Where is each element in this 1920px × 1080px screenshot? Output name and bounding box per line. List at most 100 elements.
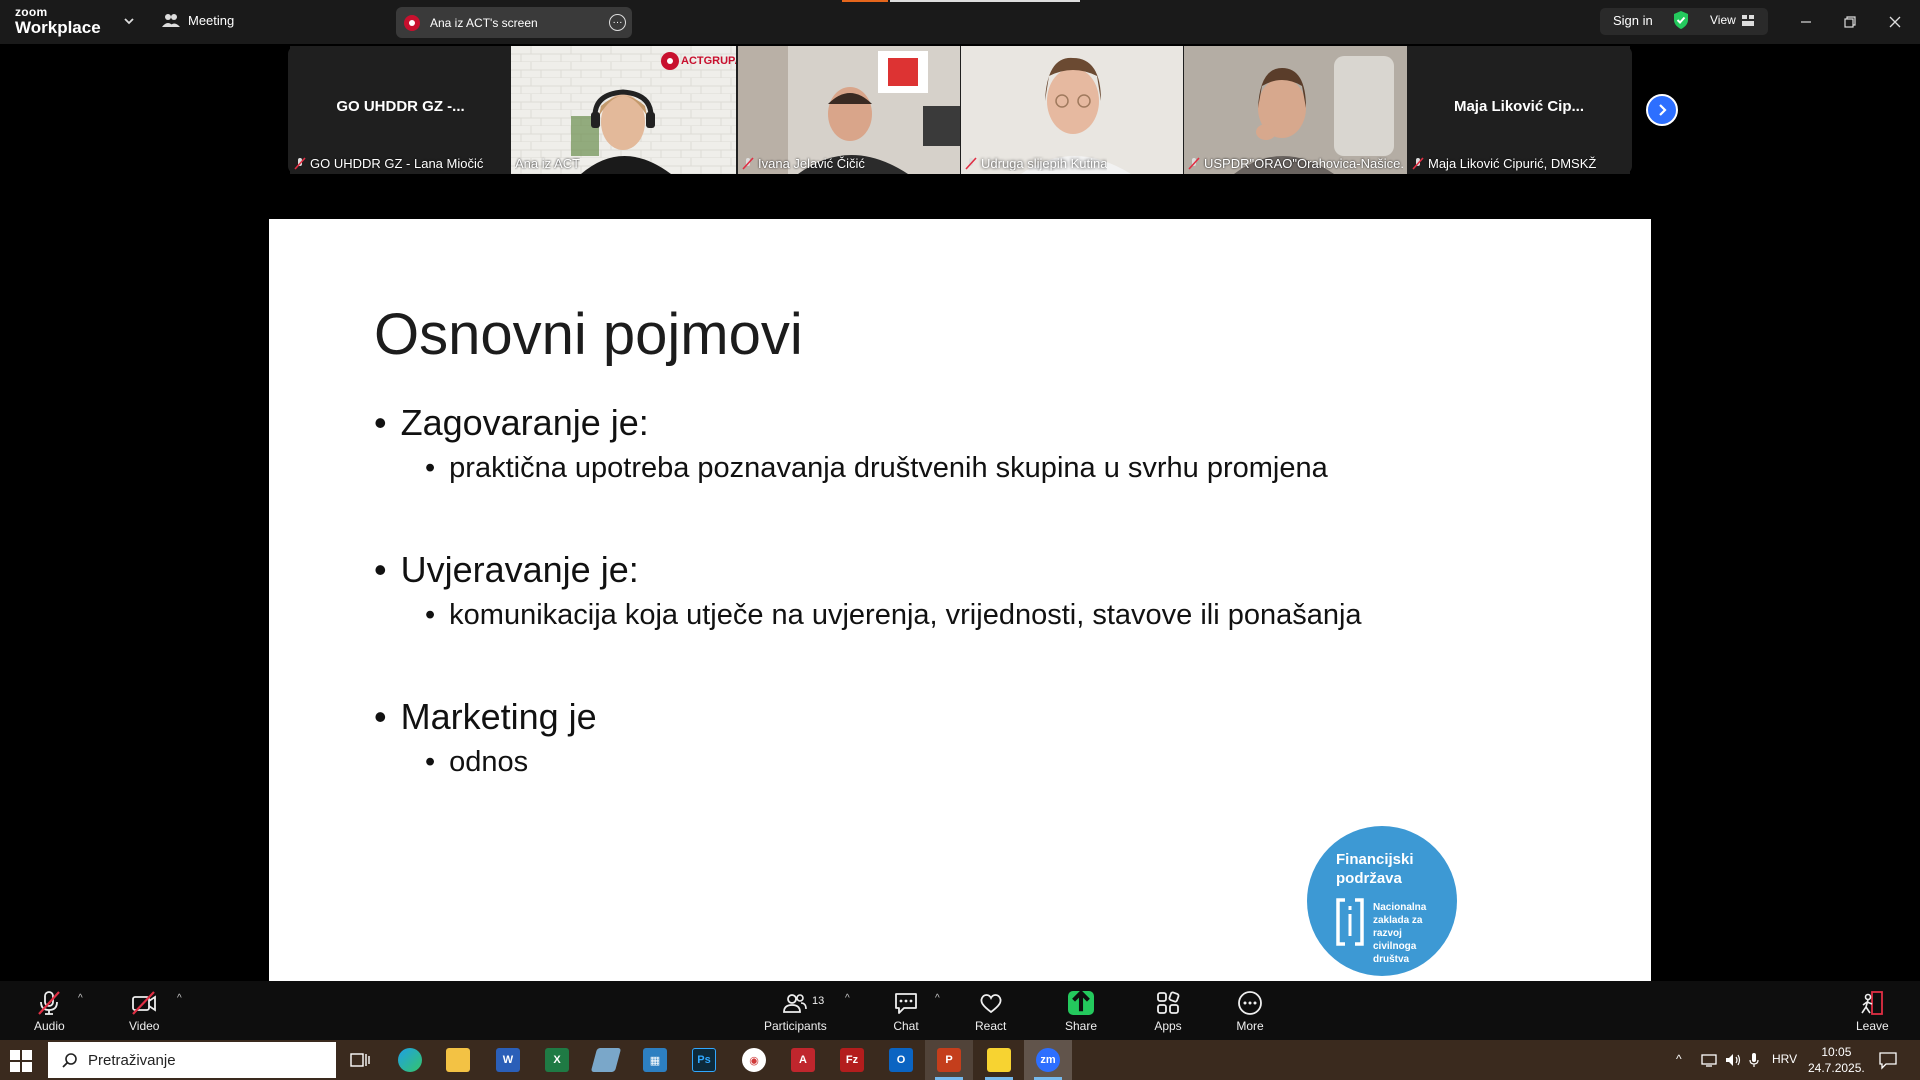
participants-icon [783, 994, 808, 1013]
chrome-like-icon[interactable]: ◉ [742, 1048, 766, 1072]
search-icon [62, 1053, 77, 1068]
bullet-text: praktična upotreba poznavanja društvenih… [449, 452, 1328, 484]
task-view-icon[interactable] [348, 1048, 372, 1072]
participant-label: Ivana Jelavić Čičić [742, 156, 865, 171]
participant-tile[interactable]: Ivana Jelavić Čičić [738, 46, 960, 174]
share-button[interactable]: Share [1065, 989, 1097, 1033]
participant-video [738, 46, 960, 174]
participant-name: USPDR"ORAO"Orahovica-Našice... [1204, 156, 1403, 171]
calculator-icon[interactable]: ▦ [643, 1048, 667, 1072]
view-label: View [1710, 13, 1736, 27]
screen-share-indicator[interactable]: Ana iz ACT's screen ··· [396, 7, 632, 38]
share-toolbar-handle[interactable] [890, 0, 1080, 2]
search-placeholder: Pretraživanje [88, 1051, 176, 1069]
participant-tile[interactable]: USPDR"ORAO"Orahovica-Našice... [1184, 46, 1407, 174]
photoshop-icon[interactable]: Ps [692, 1048, 716, 1072]
zoom-workplace-logo[interactable]: zoom Workplace [15, 6, 101, 36]
participant-name: Maja Liković Cipurić, DMSKŽ [1428, 156, 1597, 171]
windows-start-icon[interactable] [10, 1050, 32, 1072]
apps-button[interactable]: Apps [1154, 989, 1182, 1033]
participant-tile-active-speaker[interactable]: ACTGRUPA Ana iz ACT [511, 46, 736, 174]
chat-label: Chat [893, 1019, 919, 1033]
bracket-logo-icon [1336, 898, 1364, 946]
meeting-label: Meeting [188, 12, 235, 28]
chat-button[interactable]: Chat [892, 989, 920, 1033]
participant-tile[interactable]: Udruga slijepih Kutina [961, 46, 1183, 174]
microphone-icon[interactable] [1748, 1052, 1760, 1068]
minimize-icon[interactable] [1794, 10, 1818, 34]
muted-mic-icon [742, 156, 754, 170]
participant-name: GO UHDDR GZ - Lana Miočić [310, 156, 484, 171]
shared-screen-top-margin [269, 176, 1651, 219]
system-clock[interactable]: 10:05 24.7.2025. [1808, 1044, 1865, 1076]
audio-options-caret-icon[interactable]: ^ [78, 993, 83, 1004]
meeting-button[interactable]: Meeting [162, 12, 234, 28]
chevron-down-icon[interactable] [122, 14, 136, 28]
apps-icon [1157, 991, 1180, 1014]
more-options-icon[interactable]: ··· [609, 14, 626, 31]
bullet-marker: • [374, 696, 387, 737]
slide-sub-bullet: • komunikacija koja utječe na uvjerenja,… [425, 599, 1362, 632]
file-explorer-icon[interactable] [446, 1048, 470, 1072]
leave-button[interactable]: Leave [1856, 989, 1889, 1033]
foundation-line: zaklada za [1373, 915, 1423, 926]
sign-in-button[interactable]: Sign in [1613, 13, 1653, 28]
notifications-icon[interactable] [1878, 1050, 1898, 1070]
leave-icon [1861, 991, 1884, 1015]
language-indicator[interactable]: HRV [1772, 1052, 1797, 1066]
bullet-marker: • [425, 746, 436, 778]
clock-time: 10:05 [1821, 1045, 1852, 1059]
network-icon[interactable] [1700, 1052, 1718, 1068]
next-page-button[interactable] [1646, 94, 1678, 126]
more-icon [1238, 991, 1262, 1015]
participant-name: Ivana Jelavić Čičić [758, 156, 865, 171]
more-button[interactable]: More [1236, 989, 1264, 1033]
video-button[interactable]: Video [129, 989, 159, 1033]
view-button[interactable]: View [1710, 13, 1754, 27]
tray-expand-icon[interactable]: ^ [1676, 1052, 1682, 1066]
filezilla-icon[interactable]: Fz [840, 1048, 864, 1072]
volume-icon[interactable] [1724, 1052, 1742, 1068]
participant-name: Ana iz ACT [515, 156, 581, 171]
more-label: More [1236, 1019, 1264, 1033]
meeting-icon [162, 14, 180, 27]
taskbar-search-input[interactable]: Pretraživanje [48, 1042, 336, 1078]
participant-video [1184, 46, 1407, 174]
audio-button[interactable]: Audio [34, 989, 65, 1033]
slide-sub-bullet: • odnos [425, 746, 528, 779]
mic-muted-icon [38, 991, 61, 1015]
restore-icon[interactable] [1838, 10, 1862, 34]
participant-tile[interactable]: Maja Liković Cip... Maja Liković Cipurić… [1408, 46, 1630, 174]
zoom-app-icon[interactable]: zm [1036, 1048, 1060, 1072]
slide-bullet: • Zagovaranje je: [374, 402, 649, 444]
acrobat-icon[interactable]: A [791, 1048, 815, 1072]
windows-taskbar: Pretraživanje W X ▦ Ps ◉ A Fz O P zm ^ H… [0, 1040, 1920, 1080]
foundation-line: civilnoga [1373, 941, 1417, 952]
close-icon[interactable] [1883, 10, 1907, 34]
excel-icon[interactable]: X [545, 1048, 569, 1072]
participant-tile[interactable]: GO UHDDR GZ -... GO UHDDR GZ - Lana Mioč… [290, 46, 511, 174]
react-button[interactable]: React [975, 989, 1006, 1033]
slide-bullet: • Uvjeravanje je: [374, 549, 639, 591]
sticky-notes-icon[interactable] [987, 1048, 1011, 1072]
apps-label: Apps [1154, 1019, 1182, 1033]
participants-options-caret-icon[interactable]: ^ [845, 993, 850, 1004]
powerpoint-icon[interactable]: P [937, 1048, 961, 1072]
word-icon[interactable]: W [496, 1048, 520, 1072]
grid-view-icon [1741, 14, 1754, 26]
video-sign-text: ACTGRUPA [681, 55, 736, 67]
notes-app-icon[interactable] [590, 1048, 622, 1072]
participant-video [961, 46, 1183, 174]
participants-label: Participants [764, 1019, 827, 1033]
screen-share-label: Ana iz ACT's screen [430, 15, 538, 30]
brand-large-text: Workplace [15, 18, 101, 37]
camera-off-icon [132, 991, 157, 1015]
foundation-line: razvoj [1373, 928, 1402, 939]
edge-browser-icon[interactable] [398, 1048, 422, 1072]
outlook-icon[interactable]: O [889, 1048, 913, 1072]
title-bar: zoom Workplace Meeting Ana iz ACT's scre… [0, 0, 1920, 44]
bullet-marker: • [374, 549, 387, 590]
video-options-caret-icon[interactable]: ^ [177, 993, 182, 1004]
shield-check-icon[interactable] [1672, 10, 1690, 30]
chat-options-caret-icon[interactable]: ^ [935, 993, 940, 1004]
